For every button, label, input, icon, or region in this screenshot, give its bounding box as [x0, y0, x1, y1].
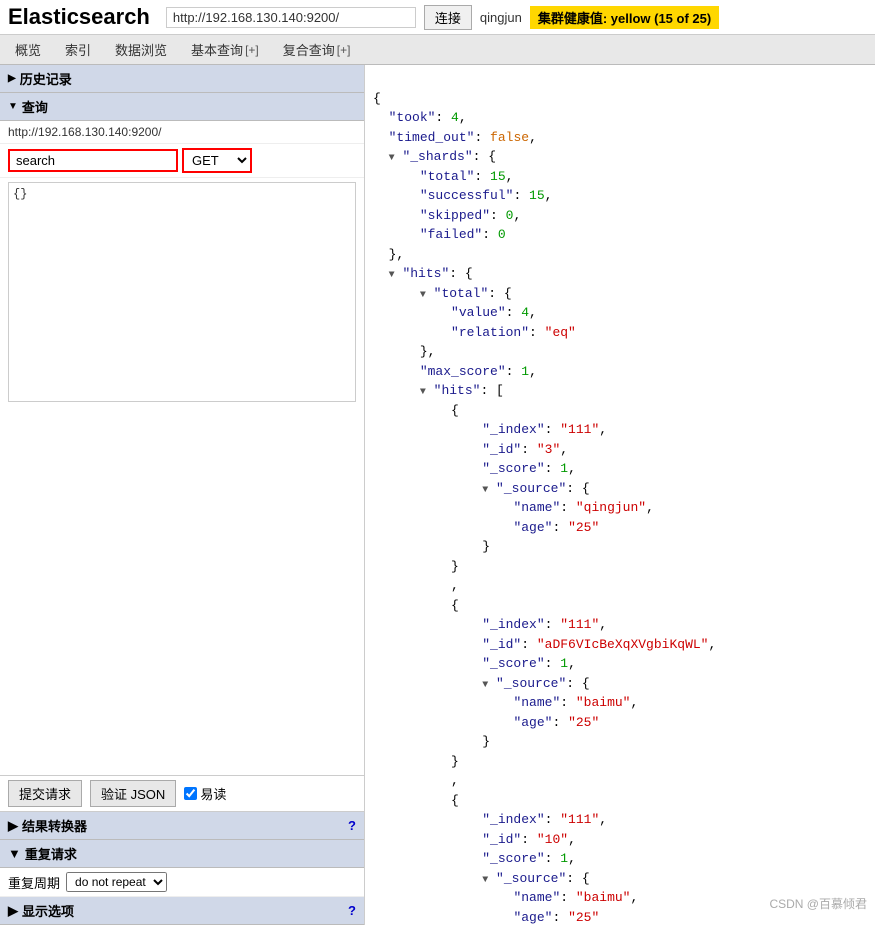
repeat-request-left: ▼ 重复请求: [8, 844, 77, 863]
query-label: 查询: [22, 97, 48, 116]
repeat-period-label: 重复周期: [8, 873, 60, 892]
search-input[interactable]: [8, 149, 178, 172]
app-title: Elasticsearch: [8, 4, 150, 30]
tab-compound-query-label: 复合查询: [283, 40, 335, 59]
basic-query-plus[interactable]: [+]: [245, 43, 259, 57]
result-transform-section[interactable]: ▶ 结果转换器 ?: [0, 812, 364, 840]
repeat-request-arrow: ▼: [8, 846, 21, 861]
action-bar: 提交请求 验证 JSON 易读: [0, 775, 364, 812]
history-label: 历史记录: [20, 69, 72, 88]
tab-basic-query-label: 基本查询: [191, 40, 243, 59]
method-select[interactable]: GET POST PUT DELETE HEAD: [182, 148, 252, 173]
result-transform-left: ▶ 结果转换器: [8, 816, 87, 835]
easy-read-text: 易读: [200, 784, 226, 803]
header: Elasticsearch 连接 qingjun 集群健康值: yellow (…: [0, 0, 875, 35]
repeat-request-label: 重复请求: [25, 844, 77, 863]
display-options-help[interactable]: ?: [348, 903, 356, 918]
easy-read-checkbox[interactable]: [184, 787, 197, 800]
health-badge: 集群健康值: yellow (15 of 25): [530, 6, 719, 29]
left-panel: ▶ 历史记录 ▼ 查询 http://192.168.130.140:9200/…: [0, 65, 365, 925]
tab-data-browser[interactable]: 数据浏览: [104, 35, 178, 64]
query-arrow: ▼: [8, 101, 18, 112]
result-transform-label: 结果转换器: [22, 816, 87, 835]
easy-read-label[interactable]: 易读: [184, 784, 226, 803]
json-output: { "took": 4, "timed_out": false, ▼ "_sha…: [373, 69, 867, 925]
display-options-left: ▶ 显示选项: [8, 901, 74, 920]
connect-button[interactable]: 连接: [424, 5, 472, 30]
watermark: CSDN @百慕倾君: [769, 895, 867, 912]
tab-basic-query[interactable]: 基本查询 [+]: [180, 35, 270, 64]
main-layout: ▶ 历史记录 ▼ 查询 http://192.168.130.140:9200/…: [0, 65, 875, 925]
repeat-request-section[interactable]: ▼ 重复请求: [0, 840, 364, 868]
history-arrow: ▶: [8, 73, 16, 84]
server-url-input[interactable]: [166, 7, 416, 28]
query-base-url: http://192.168.130.140:9200/: [0, 121, 364, 144]
result-transform-help[interactable]: ?: [348, 818, 356, 833]
display-options-arrow: ▶: [8, 903, 18, 919]
repeat-period-select[interactable]: do not repeat 5 seconds 10 seconds 1 min…: [66, 872, 167, 892]
submit-button[interactable]: 提交请求: [8, 780, 82, 807]
query-input-row: GET POST PUT DELETE HEAD: [0, 144, 364, 178]
repeat-period-row: 重复周期 do not repeat 5 seconds 10 seconds …: [0, 868, 364, 897]
compound-query-plus[interactable]: [+]: [337, 43, 351, 57]
query-section-header[interactable]: ▼ 查询: [0, 93, 364, 121]
right-panel: { "took": 4, "timed_out": false, ▼ "_sha…: [365, 65, 875, 925]
result-transform-arrow: ▶: [8, 818, 18, 834]
tab-index[interactable]: 索引: [54, 35, 102, 64]
username: qingjun: [480, 10, 522, 25]
validate-button[interactable]: 验证 JSON: [90, 780, 176, 807]
query-body-textarea[interactable]: {}: [8, 182, 356, 402]
query-body-area: {}: [0, 178, 364, 775]
nav-tabs: 概览 索引 数据浏览 基本查询 [+] 复合查询 [+]: [0, 35, 875, 65]
display-options-section[interactable]: ▶ 显示选项 ?: [0, 897, 364, 925]
display-options-label: 显示选项: [22, 901, 74, 920]
tab-compound-query[interactable]: 复合查询 [+]: [272, 35, 362, 64]
tab-overview[interactable]: 概览: [4, 35, 52, 64]
history-section-header[interactable]: ▶ 历史记录: [0, 65, 364, 93]
